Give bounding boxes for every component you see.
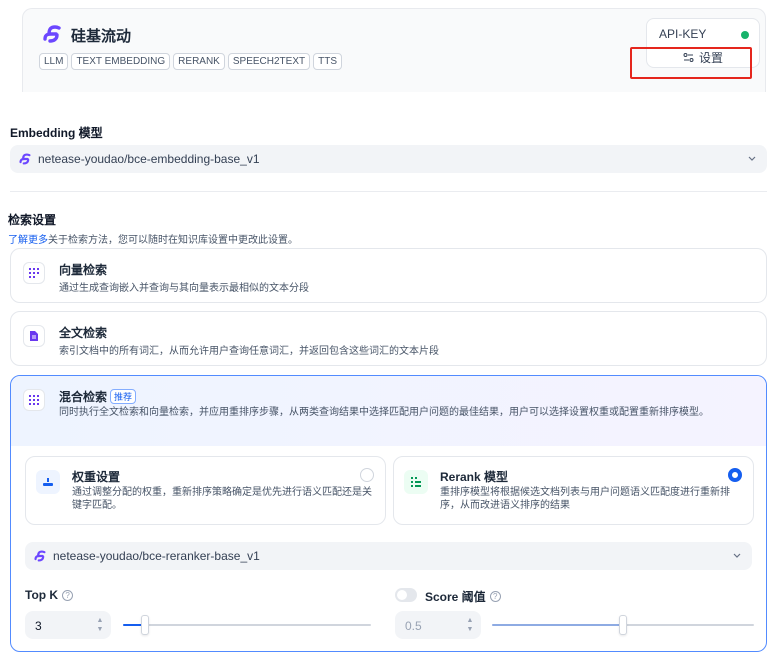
rerank-model-description: 重排序模型将根据候选文档列表与用户问题语义匹配度进行重新排序，从而改进语义排序的…	[440, 487, 730, 511]
provider-name: 硅基流动	[71, 28, 132, 45]
score-threshold-slider-handle[interactable]	[619, 615, 627, 635]
tag-speech2text: SPEECH2TEXT	[227, 53, 311, 70]
help-icon[interactable]: ?	[489, 591, 501, 602]
settings-sliders-icon	[683, 52, 694, 62]
rerank-model-option[interactable]: Rerank 模型 重排序模型将根据候选文档列表与用户问题语义匹配度进行重新排序…	[393, 456, 754, 525]
score-threshold-slider-fill	[492, 624, 623, 626]
rerank-model-value: netease-youdao/bce-reranker-base_v1	[53, 549, 260, 563]
top-k-label-text: Top K	[25, 588, 59, 602]
weight-setting-description: 通过调整分配的权重，重新排序策略确定是优先进行语义匹配还是关键字匹配。	[72, 487, 372, 511]
provider-settings-label: 设置	[698, 50, 723, 65]
api-key-label: API-KEY	[659, 27, 707, 41]
siliconflow-model-icon	[19, 153, 31, 165]
stepper-down-icon[interactable]: ▼	[97, 625, 104, 634]
provider-tags: LLM TEXT EMBEDDING RERANK SPEECH2TEXT TT…	[39, 53, 342, 70]
weight-setting-icon	[36, 470, 60, 494]
score-threshold-slider[interactable]	[492, 615, 754, 635]
hybrid-search-icon	[23, 389, 45, 411]
retrieval-description-text: 关于检索方法，您可以随时在知识库设置中更改此设置。	[48, 235, 298, 246]
score-threshold-value: 0.5	[405, 619, 422, 633]
retrieval-description: 了解更多关于检索方法，您可以随时在知识库设置中更改此设置。	[8, 231, 298, 246]
weight-setting-option[interactable]: 权重设置 通过调整分配的权重，重新排序策略确定是优先进行语义匹配还是关键字匹配。	[25, 456, 386, 525]
vector-search-title: 向量检索	[59, 263, 108, 277]
embedding-model-select[interactable]: netease-youdao/bce-embedding-base_v1	[10, 145, 767, 173]
recommended-badge: 推荐	[110, 389, 137, 404]
provider-settings-button[interactable]: 设置	[655, 48, 751, 66]
tag-rerank: RERANK	[173, 53, 225, 70]
top-k-slider-handle[interactable]	[141, 615, 150, 635]
fulltext-search-icon	[23, 325, 45, 347]
vector-search-option[interactable]: 向量检索 通过生成查询嵌入并查询与其向量表示最相似的文本分段	[10, 248, 767, 303]
tag-tts: TTS	[313, 53, 342, 70]
vector-search-icon	[23, 262, 45, 284]
score-threshold-label: Score 阈值 ?	[425, 588, 501, 605]
stepper-down-icon[interactable]: ▼	[467, 625, 474, 634]
rerank-model-radio[interactable]	[728, 468, 742, 482]
embedding-section-title: Embedding 模型	[10, 126, 103, 140]
top-k-slider[interactable]	[123, 615, 371, 635]
top-k-input[interactable]: 3 ▲ ▼	[25, 611, 111, 639]
vector-search-description: 通过生成查询嵌入并查询与其向量表示最相似的文本分段	[59, 283, 309, 294]
api-key-panel: API-KEY 设置	[646, 18, 760, 68]
score-threshold-label-text: Score 阈值	[425, 590, 486, 604]
fulltext-search-description: 索引文档中的所有词汇，从而允许用户查询任意词汇，并返回包含这些词汇的文本片段	[59, 346, 439, 357]
retrieval-section-title: 检索设置	[8, 213, 57, 227]
chevron-down-icon	[748, 156, 756, 161]
hybrid-search-title: 混合检索 推荐	[59, 388, 137, 405]
learn-more-link[interactable]: 了解更多	[8, 235, 48, 246]
top-k-label: Top K ?	[25, 588, 74, 602]
weight-setting-radio[interactable]	[360, 468, 374, 482]
top-k-value: 3	[35, 619, 42, 633]
stepper-up-icon[interactable]: ▲	[97, 616, 104, 625]
top-k-stepper[interactable]: ▲ ▼	[93, 614, 107, 636]
tag-llm: LLM	[39, 53, 69, 70]
score-threshold-input[interactable]: 0.5 ▲ ▼	[395, 611, 481, 639]
provider-card: 硅基流动 LLM TEXT EMBEDDING RERANK SPEECH2TE…	[22, 8, 766, 92]
rerank-model-icon	[404, 470, 428, 494]
hybrid-search-option[interactable]: 混合检索 推荐 同时执行全文检索和向量检索，并应用重排序步骤，从两类查询结果中选择…	[10, 375, 767, 652]
fulltext-search-title: 全文检索	[59, 326, 108, 340]
tag-text-embedding: TEXT EMBEDDING	[71, 53, 171, 70]
rerank-model-select[interactable]: netease-youdao/bce-reranker-base_v1	[25, 542, 752, 570]
embedding-model-value: netease-youdao/bce-embedding-base_v1	[38, 152, 260, 166]
weight-setting-title: 权重设置	[72, 470, 121, 484]
hybrid-search-title-text: 混合检索	[59, 390, 108, 404]
api-key-status-indicator	[741, 31, 749, 39]
siliconflow-model-icon	[34, 550, 46, 562]
help-icon[interactable]: ?	[62, 589, 74, 601]
score-threshold-toggle[interactable]	[395, 588, 417, 602]
siliconflow-logo-icon	[43, 25, 61, 43]
fulltext-search-option[interactable]: 全文检索 索引文档中的所有词汇，从而允许用户查询任意词汇，并返回包含这些词汇的文…	[10, 311, 767, 366]
score-threshold-stepper[interactable]: ▲ ▼	[463, 614, 477, 636]
stepper-up-icon[interactable]: ▲	[467, 616, 474, 625]
hybrid-search-description: 同时执行全文检索和向量检索，并应用重排序步骤，从两类查询结果中选择匹配用户问题的…	[59, 407, 709, 418]
divider	[10, 191, 767, 192]
chevron-down-icon	[733, 553, 741, 558]
rerank-model-title: Rerank 模型	[440, 470, 509, 484]
